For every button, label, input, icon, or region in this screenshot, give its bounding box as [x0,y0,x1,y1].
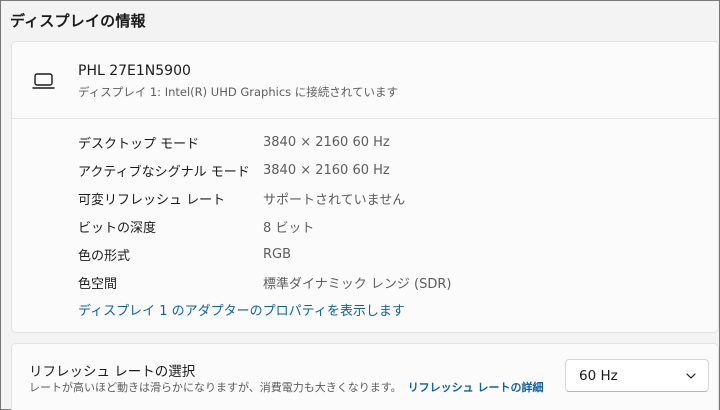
info-label: アクティブなシグナル モード [78,164,250,180]
display-header: PHL 27E1N5900 ディスプレイ 1: Intel(R) UHD Gra… [12,42,718,119]
display-name: PHL 27E1N5900 [78,63,191,79]
display-info-card: PHL 27E1N5900 ディスプレイ 1: Intel(R) UHD Gra… [11,41,719,333]
info-row-color-space: 色空間 標準ダイナミック レンジ (SDR) [78,272,451,292]
info-row-variable-refresh-rate: 可変リフレッシュ レート サポートされていません [78,188,405,208]
info-row-active-signal-mode: アクティブなシグナル モード 3840 × 2160 60 Hz [78,160,390,180]
refresh-rate-card: リフレッシュ レートの選択 レートが高いほど動きは滑らかになりますが、消費電力も… [11,343,719,410]
info-label: 可変リフレッシュ レート [78,192,226,208]
refresh-rate-select[interactable]: 60 Hz [565,359,709,392]
info-value: 3840 × 2160 60 Hz [263,162,390,178]
info-label: ビットの深度 [78,220,157,236]
refresh-rate-details-link[interactable]: リフレッシュ レートの詳細 [408,381,544,394]
adapter-properties-link[interactable]: ディスプレイ 1 のアダプターのプロパティを表示します [78,300,405,319]
info-label: 色の形式 [78,248,131,264]
info-value: サポートされていません [263,192,406,208]
info-label: デスクトップ モード [78,136,200,152]
info-value: 3840 × 2160 60 Hz [263,134,390,150]
chevron-down-icon [686,372,696,379]
refresh-rate-description-text: レートが高いほど動きは滑らかになりますが、消費電力も大きくなります。 [29,381,402,394]
info-value: 8 ビット [263,220,315,236]
info-row-bit-depth: ビットの深度 8 ビット [78,216,314,236]
display-connection-text: ディスプレイ 1: Intel(R) UHD Graphics に接続されていま… [78,85,398,99]
monitor-icon [32,73,55,89]
info-row-color-format: 色の形式 RGB [78,244,291,264]
page-title: ディスプレイの情報 [10,12,146,30]
info-value: 標準ダイナミック レンジ (SDR) [263,276,452,292]
refresh-rate-description: レートが高いほど動きは滑らかになりますが、消費電力も大きくなります。 リフレッシュ… [29,379,544,395]
info-label: 色空間 [78,276,118,292]
info-row-desktop-mode: デスクトップ モード 3840 × 2160 60 Hz [78,132,390,152]
info-value: RGB [263,246,292,262]
refresh-rate-title: リフレッシュ レートの選択 [29,364,196,380]
refresh-rate-selected-value: 60 Hz [579,367,618,384]
